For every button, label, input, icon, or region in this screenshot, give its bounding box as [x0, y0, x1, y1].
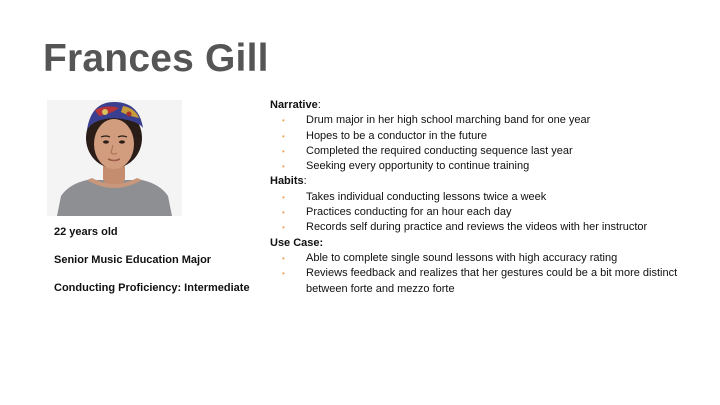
persona-facts: 22 years old Senior Music Education Majo… [54, 226, 264, 310]
bullet-list: Drum major in her high school marching b… [270, 113, 690, 174]
list-item: Hopes to be a conductor in the future [282, 129, 690, 145]
major-text: Senior Music Education Major [54, 254, 212, 266]
list-item: Seeking every opportunity to continue tr… [282, 159, 690, 175]
age-text: 22 years old [54, 226, 118, 238]
persona-name: Frances Gill [43, 37, 269, 80]
section-heading: Use Case: [270, 236, 324, 249]
persona-photo [47, 100, 182, 216]
bullet-list: Able to complete single sound lessons wi… [270, 251, 690, 297]
habits-section: Habits: Takes individual conducting less… [270, 174, 690, 235]
proficiency-text: Conducting Proficiency: Intermediate [54, 282, 250, 294]
list-item: Practices conducting for an hour each da… [282, 205, 690, 221]
list-item: Able to complete single sound lessons wi… [282, 251, 690, 267]
list-item: Drum major in her high school marching b… [282, 113, 690, 129]
persona-details: Narrative: Drum major in her high school… [270, 98, 690, 297]
list-item: Records self during practice and reviews… [282, 220, 690, 236]
use-case-section: Use Case: Able to complete single sound … [270, 236, 690, 297]
narrative-section: Narrative: Drum major in her high school… [270, 98, 690, 175]
section-heading: Habits: [270, 175, 307, 188]
bullet-list: Takes individual conducting lessons twic… [270, 190, 690, 236]
list-item: Completed the required conducting sequen… [282, 144, 690, 160]
section-heading: Narrative: [270, 99, 321, 111]
list-item: Reviews feedback and realizes that her g… [282, 266, 690, 297]
list-item: Takes individual conducting lessons twic… [282, 190, 690, 206]
